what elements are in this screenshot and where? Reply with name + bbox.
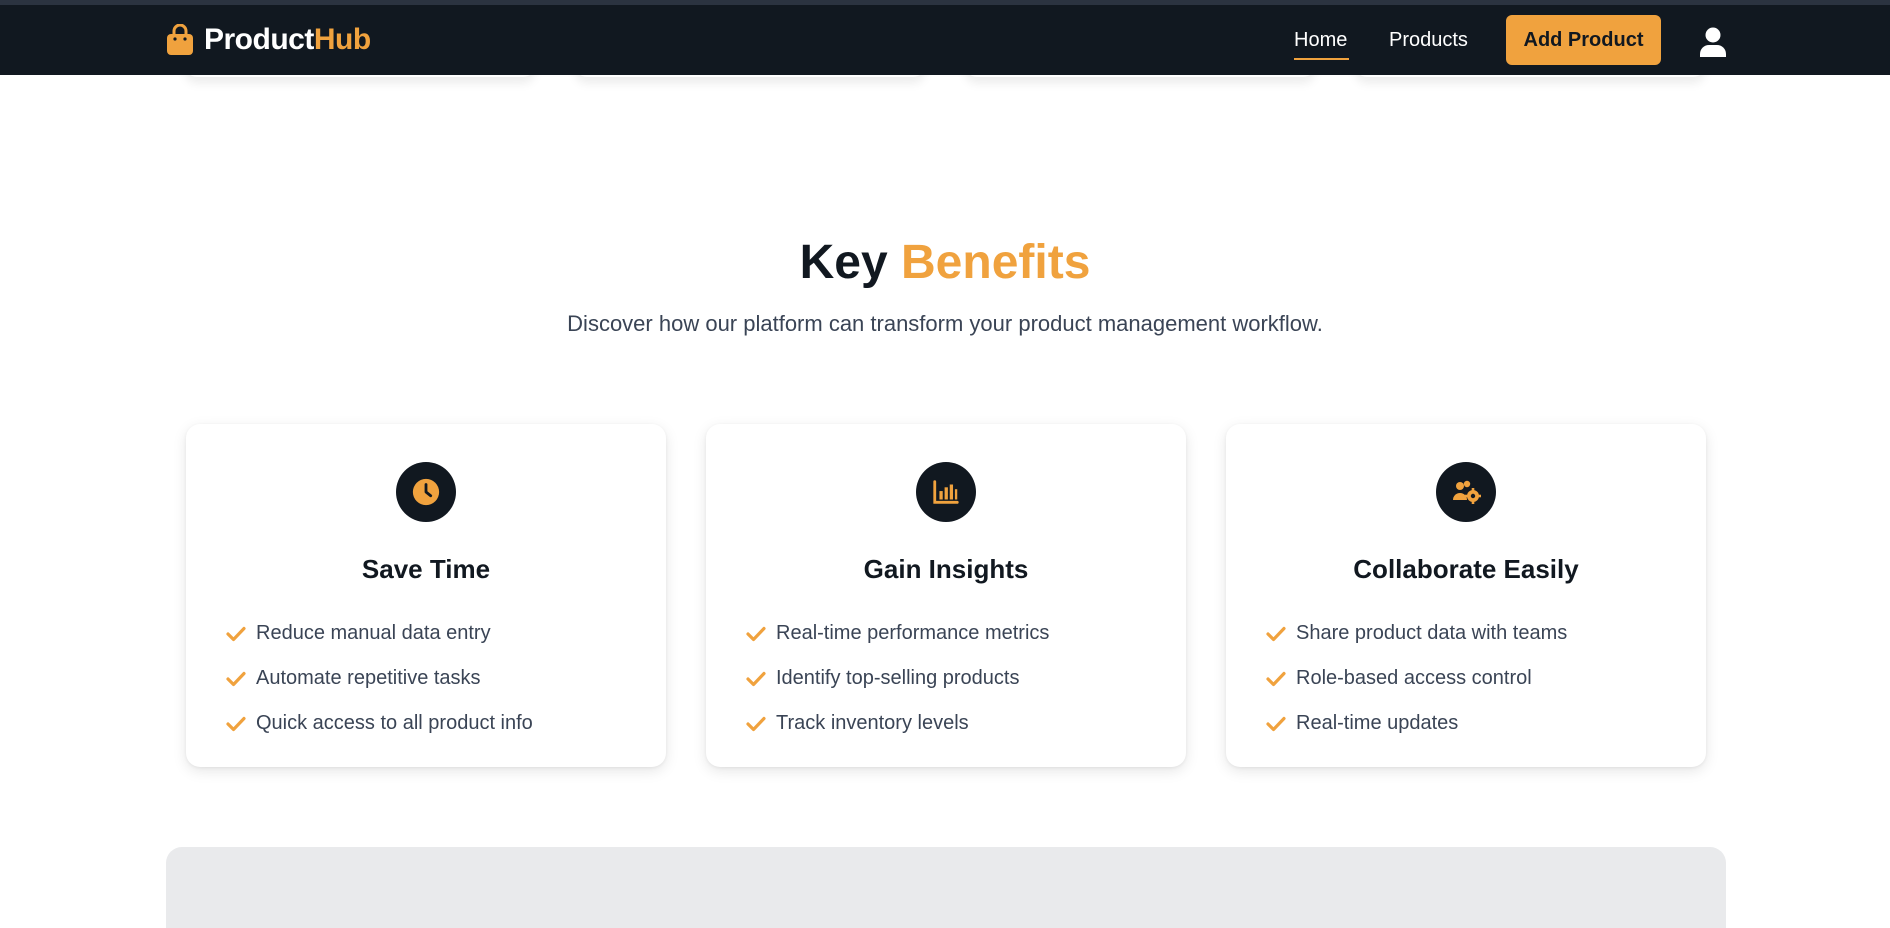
add-product-button[interactable]: Add Product bbox=[1506, 15, 1661, 65]
benefit-item-text: Real-time performance metrics bbox=[776, 622, 1050, 644]
check-icon bbox=[1266, 716, 1286, 731]
benefit-item-text: Track inventory levels bbox=[776, 712, 969, 734]
benefit-item: Identify top-selling products bbox=[746, 656, 1049, 701]
check-icon bbox=[226, 716, 246, 731]
benefit-item-text: Role-based access control bbox=[1296, 667, 1532, 689]
users-cog-icon bbox=[1453, 480, 1481, 504]
benefit-item: Automate repetitive tasks bbox=[226, 656, 533, 701]
benefit-item: Reduce manual data entry bbox=[226, 611, 533, 656]
benefit-list: Reduce manual data entry Automate repeti… bbox=[226, 611, 533, 746]
benefit-list: Share product data with teams Role-based… bbox=[1266, 611, 1567, 746]
card-title: Gain Insights bbox=[863, 554, 1029, 584]
benefits-title: Key Benefits bbox=[0, 235, 1890, 290]
brand-name-part1: Product bbox=[204, 23, 314, 56]
benefit-item-text: Identify top-selling products bbox=[776, 667, 1020, 689]
card-icon-badge bbox=[916, 462, 976, 522]
benefits-title-accent: Benefits bbox=[901, 236, 1091, 289]
benefit-item: Share product data with teams bbox=[1266, 611, 1567, 656]
card-title: Collaborate Easily bbox=[1353, 554, 1579, 584]
user-icon bbox=[1700, 27, 1726, 57]
check-icon bbox=[746, 626, 766, 641]
benefit-item-text: Quick access to all product info bbox=[256, 712, 533, 734]
benefit-item-text: Reduce manual data entry bbox=[256, 622, 491, 644]
check-icon bbox=[1266, 671, 1286, 686]
benefit-item-text: Share product data with teams bbox=[1296, 622, 1568, 644]
benefit-card-gain-insights: Gain Insights Real-time performance metr… bbox=[706, 424, 1186, 767]
benefit-item: Quick access to all product info bbox=[226, 701, 533, 746]
nav-link-home[interactable]: Home bbox=[1294, 29, 1347, 52]
benefit-item-text: Automate repetitive tasks bbox=[256, 667, 481, 689]
check-icon bbox=[226, 671, 246, 686]
page: ProductHub Home Products Add Product Key… bbox=[0, 0, 1890, 928]
next-section-panel bbox=[166, 847, 1726, 928]
clock-icon bbox=[412, 478, 440, 506]
check-icon bbox=[746, 716, 766, 731]
card-icon-badge bbox=[396, 462, 456, 522]
active-nav-underline bbox=[1294, 58, 1349, 60]
chart-bar-icon bbox=[933, 480, 959, 504]
shopping-bag-icon bbox=[167, 24, 193, 55]
benefits-title-part1: Key bbox=[799, 236, 888, 289]
benefit-list: Real-time performance metrics Identify t… bbox=[746, 611, 1049, 746]
check-icon bbox=[1266, 626, 1286, 641]
benefit-card-collaborate-easily: Collaborate Easily Share product data wi… bbox=[1226, 424, 1706, 767]
benefit-card-save-time: Save Time Reduce manual data entry Autom… bbox=[186, 424, 666, 767]
top-navbar: ProductHub Home Products Add Product bbox=[0, 5, 1890, 75]
card-title: Save Time bbox=[361, 554, 491, 584]
benefit-item: Real-time performance metrics bbox=[746, 611, 1049, 656]
brand-logo-link[interactable]: ProductHub bbox=[166, 23, 371, 57]
benefit-item: Real-time updates bbox=[1266, 701, 1567, 746]
benefit-item: Role-based access control bbox=[1266, 656, 1567, 701]
check-icon bbox=[746, 671, 766, 686]
benefit-item-text: Real-time updates bbox=[1296, 712, 1459, 734]
benefits-subtitle: Discover how our platform can transform … bbox=[567, 311, 1323, 336]
card-icon-badge bbox=[1436, 462, 1496, 522]
check-icon bbox=[226, 626, 246, 641]
user-account-button[interactable] bbox=[1699, 27, 1727, 57]
benefit-item: Track inventory levels bbox=[746, 701, 1049, 746]
brand-name-part2: Hub bbox=[313, 23, 371, 56]
nav-link-products[interactable]: Products bbox=[1389, 29, 1468, 52]
brand-name: ProductHub bbox=[204, 23, 371, 57]
